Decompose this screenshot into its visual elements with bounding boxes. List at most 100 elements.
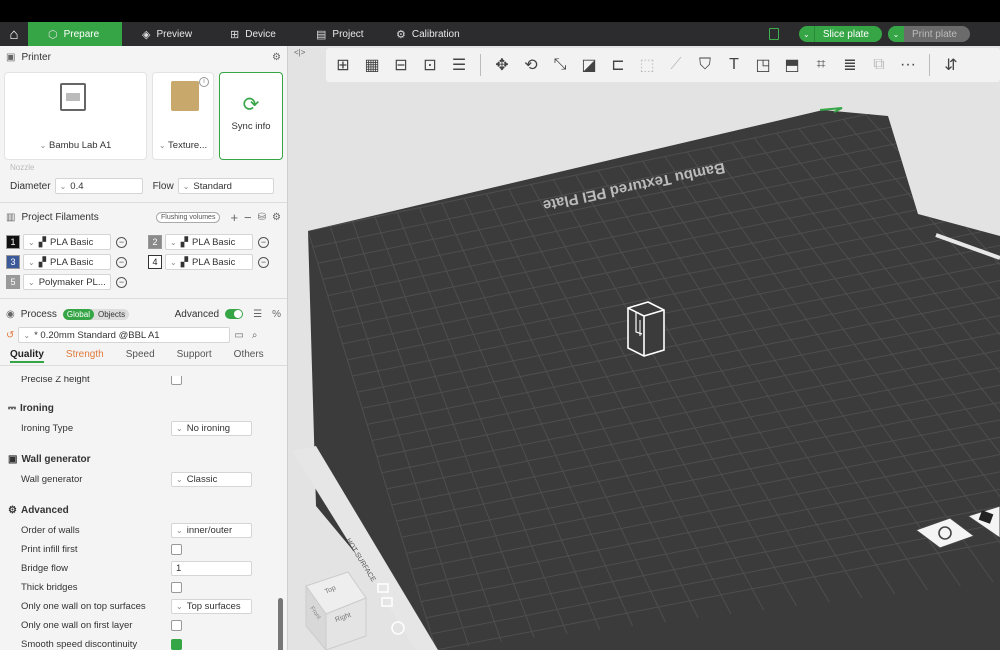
add-object-icon[interactable]: ⊞ (332, 54, 354, 76)
precise-z-checkbox[interactable] (171, 376, 182, 385)
more-icon[interactable]: ··· (897, 54, 919, 76)
remove-icon[interactable]: − (116, 256, 127, 268)
color-paint-icon[interactable]: ⛉ (694, 54, 716, 76)
one-wall-top-row: Only one wall on top surfaces ⌄ Top surfa… (0, 597, 286, 616)
remove-icon[interactable]: − (258, 256, 269, 268)
thick-bridges-checkbox[interactable] (171, 582, 182, 593)
flushing-volumes-button[interactable]: Flushing volumes (155, 211, 221, 223)
split-icon[interactable]: ⊏ (607, 54, 629, 76)
support-paint-icon[interactable]: ⟋ (665, 54, 687, 76)
ironing-type-select[interactable]: ⌄ No ironing (171, 421, 252, 436)
build-plate-canvas[interactable]: Bambu Textured PEI Plate HOT SURFACE Top… (288, 46, 1000, 650)
slice-plate-button[interactable]: ⌄ Slice plate (798, 26, 882, 42)
filament-select[interactable]: ⌄ ▞ PLA Basic (165, 234, 253, 250)
boolean-icon[interactable]: ⌗ (810, 54, 832, 76)
filament-select[interactable]: ⌄ ▞ PLA Basic (165, 254, 253, 270)
global-option[interactable]: Global (62, 308, 94, 320)
compare-icon[interactable]: % (272, 309, 281, 320)
tab-project[interactable]: ▤ Project (310, 22, 396, 46)
one-wall-first-layer-checkbox[interactable] (171, 620, 182, 631)
part-model[interactable] (627, 301, 665, 357)
filament-select[interactable]: ⌄ Polymaker PL... (23, 274, 111, 290)
ams-sync-icon[interactable]: ⛁ (258, 212, 266, 223)
split-parts-icon[interactable]: ⧉ (868, 54, 890, 76)
process-preset-select[interactable]: ⌄ * 0.20mm Standard @BBL A1 (18, 327, 231, 343)
collapse-sidebar-icon[interactable]: <|> (294, 48, 305, 57)
search-icon[interactable]: ⌕ (252, 330, 258, 341)
reset-icon[interactable]: ↺ (6, 330, 14, 341)
remove-icon[interactable]: − (258, 236, 269, 248)
global-objects-switch[interactable]: Global Objects (62, 308, 130, 320)
scale-icon[interactable]: ⤡ (549, 54, 571, 76)
gear-icon[interactable]: ⚙ (272, 52, 281, 63)
auto-orient-icon[interactable]: ⊟ (390, 54, 412, 76)
filament-select[interactable]: ⌄ ▞ PLA Basic (23, 254, 111, 270)
one-wall-top-select[interactable]: ⌄ Top surfaces (171, 599, 252, 614)
3d-viewport[interactable]: Bambu Textured PEI Plate HOT SURFACE Top… (288, 46, 1000, 650)
filament-select[interactable]: ⌄ ▞ PLA Basic (23, 234, 111, 250)
tab-calibration[interactable]: ⚙ Calibration (396, 22, 506, 46)
printer-select-card[interactable]: ⌄ Bambu Lab A1 (4, 72, 147, 160)
info-icon[interactable]: i (199, 77, 209, 87)
one-wall-first-layer-row: Only one wall on first layer (0, 616, 286, 635)
reset-view-icon (391, 621, 405, 635)
seam-icon[interactable]: ◳ (752, 54, 774, 76)
flow-select[interactable]: ⌄ Standard (177, 178, 274, 194)
list-icon[interactable]: ☰ (253, 309, 262, 320)
view-cube[interactable]: Top Front Right (305, 571, 367, 650)
arrange-icon[interactable]: ⊡ (419, 54, 441, 76)
tab-preview[interactable]: ◈ Preview (122, 22, 216, 46)
cut-icon[interactable]: ⬚ (636, 54, 658, 76)
tab-quality[interactable]: Quality (10, 349, 44, 363)
rotate-icon[interactable]: ⟲ (520, 54, 542, 76)
order-of-walls-select[interactable]: ⌄ inner/outer (171, 523, 252, 538)
bridge-flow-input[interactable]: 1 (171, 561, 252, 576)
wall-icon: ▣ (8, 453, 18, 465)
plate-list-icon[interactable] (768, 28, 779, 40)
lay-on-face-icon[interactable]: ◪ (578, 54, 600, 76)
tab-support[interactable]: Support (177, 349, 212, 365)
chevron-down-icon: ⌄ (23, 330, 31, 340)
save-icon[interactable]: ▭ (234, 330, 243, 341)
plate-type-card[interactable]: i ⌄ Texture... (152, 72, 214, 160)
filament-number[interactable]: 4 (148, 255, 162, 269)
filament-number[interactable]: 3 (6, 255, 20, 269)
wall-generator-select[interactable]: ⌄ Classic (171, 472, 252, 487)
filament-number[interactable]: 5 (6, 275, 20, 289)
filament-number[interactable]: 1 (6, 235, 20, 249)
tab-strength[interactable]: Strength (66, 349, 104, 365)
scrollbar[interactable] (278, 598, 283, 650)
tab-speed[interactable]: Speed (126, 349, 155, 365)
add-filament-icon[interactable]: + (230, 210, 238, 225)
advanced-toggle[interactable] (225, 309, 244, 319)
printer-cards: ⌄ Bambu Lab A1 i ⌄ Texture... ⟳ Sync inf… (0, 68, 287, 160)
remove-icon[interactable]: − (116, 236, 127, 248)
remove-icon[interactable]: − (116, 276, 127, 288)
home-icon[interactable]: ⌂ (0, 22, 28, 46)
tab-device[interactable]: ⊞ Device (216, 22, 310, 46)
print-infill-first-checkbox[interactable] (171, 544, 182, 555)
assembly-icon[interactable]: ⇵ (940, 54, 962, 76)
chevron-down-icon[interactable]: ⌄ (799, 26, 815, 42)
printer-section-header: ▣ Printer ⚙ (0, 46, 287, 68)
measure-icon[interactable]: ⬒ (781, 54, 803, 76)
gear-icon[interactable]: ⚙ (272, 212, 281, 223)
tab-others[interactable]: Others (234, 349, 264, 365)
text-tool-icon[interactable]: T (723, 54, 745, 76)
filament-number[interactable]: 2 (148, 235, 162, 249)
chevron-down-icon: ⌄ (39, 141, 47, 150)
diameter-select[interactable]: ⌄ 0.4 (54, 178, 143, 194)
chevron-down-icon[interactable]: ⌄ (887, 26, 904, 42)
sync-info-button[interactable]: ⟳ Sync info (219, 72, 283, 160)
print-plate-button[interactable]: ⌄ Print plate (887, 26, 970, 42)
objects-option[interactable]: Objects (94, 309, 129, 320)
tab-prepare[interactable]: ⬡ Prepare (28, 22, 122, 46)
remove-filament-icon[interactable]: − (244, 210, 252, 225)
add-plate-icon[interactable]: ▦ (361, 54, 383, 76)
chevron-down-icon: ⌄ (28, 237, 35, 247)
bridge-flow-row: Bridge flow 1 (0, 559, 286, 578)
variable-layer-icon[interactable]: ≣ (839, 54, 861, 76)
smooth-speed-checkbox[interactable] (171, 639, 182, 650)
layers-list-icon[interactable]: ☰ (448, 54, 470, 76)
move-icon[interactable]: ✥ (491, 54, 513, 76)
